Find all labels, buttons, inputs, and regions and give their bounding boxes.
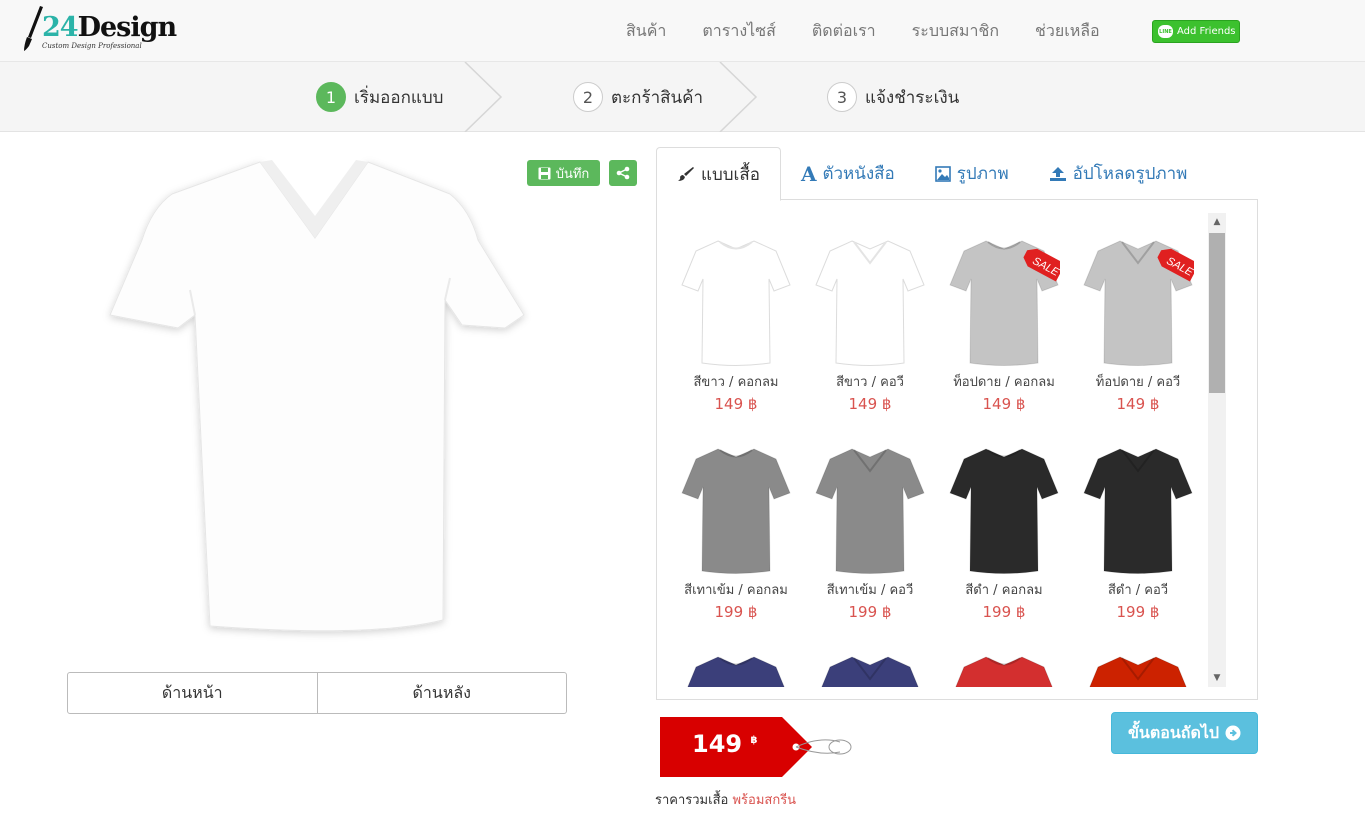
product-price: 199 ฿ [982,603,1026,621]
product-name: ท็อปดาย / คอวี [1095,375,1181,390]
product-price: 199 ฿ [714,603,758,621]
product-price: 149 ฿ [982,395,1026,413]
product-name: สีเทาเข้ม / คอกลม [684,583,788,598]
next-step-label: ขั้นตอนถัดไป [1127,722,1220,742]
save-button[interactable]: บันทึก [527,160,600,186]
font-icon: A [800,161,817,186]
t-shirt-icon [821,656,919,687]
tab-label: อัปโหลดรูปภาพ [1072,164,1188,184]
product-name: สีดำ / คอกลม [965,583,1043,598]
image-icon [934,165,951,182]
product-price: 199 ฿ [848,603,892,621]
product-card[interactable]: สีขาว / คอกลม 149 ฿ [680,237,800,437]
t-shirt-icon [681,240,791,366]
product-card[interactable]: สีเทาเข้ม / คอวี 199 ฿ [806,445,934,645]
tab-text[interactable]: A ตัวหนังสือ [781,147,915,200]
back-side-button[interactable]: ด้านหลัง [316,672,567,714]
product-card[interactable] [680,653,800,687]
t-shirt-icon [1083,448,1193,574]
tab-upload-image[interactable]: อัปโหลดรูปภาพ [1029,147,1208,200]
nav-size-chart[interactable]: ตารางไซส์ [684,19,793,44]
line-icon: LINE [1158,25,1173,38]
product-grid: สีขาว / คอกลม 149 ฿ สีขาว / คอวี 149 ฿ SALE ท… [680,213,1207,687]
product-price: 149 ฿ [1116,395,1160,413]
logo-wordmark: 24Design [42,12,177,43]
line-add-friends-button[interactable]: LINE Add Friends [1152,20,1240,43]
product-card[interactable]: สีดำ / คอวี 199 ฿ [1074,445,1202,645]
tab-image[interactable]: รูปภาพ [915,147,1029,200]
product-card[interactable] [1074,653,1202,687]
tab-label: แบบเสื้อ [701,164,760,185]
save-label: บันทึก [555,166,590,182]
nav-products[interactable]: สินค้า [608,19,684,44]
tab-label: ตัวหนังสือ [822,164,895,184]
product-name: สีขาว / คอวี [836,375,904,390]
t-shirt-icon [681,448,791,574]
nav-contact[interactable]: ติดต่อเรา [794,19,894,44]
checkout-steps: 1 เริ่มออกแบบ 2 ตะกร้าสินค้า 3 แจ้งชำระเ… [0,62,1365,132]
t-shirt-icon [1089,656,1187,687]
share-icon [616,166,630,180]
step-label: เริ่มออกแบบ [354,87,444,108]
product-price: 149 ฿ [714,395,758,413]
shirt-side-toggle: ด้านหน้า ด้านหลัง [67,672,567,714]
step-number: 3 [827,82,857,112]
shirt-preview[interactable] [100,150,540,650]
step-label: ตะกร้าสินค้า [611,87,704,108]
product-name: สีเทาเข้ม / คอวี [826,583,914,598]
price-tag-icon [660,717,852,777]
floppy-icon [538,167,551,179]
line-add-friends-label: Add Friends [1177,26,1236,37]
t-shirt-icon: SALE [1083,240,1194,366]
brush-icon [678,167,694,181]
upload-icon [1049,166,1066,181]
product-price: 149 ฿ [848,395,892,413]
tab-label: รูปภาพ [956,164,1009,184]
product-card[interactable] [806,653,934,687]
next-step-button[interactable]: ขั้นตอนถัดไป [1111,712,1258,754]
nav-help[interactable]: ช่วยเหลือ [1017,19,1118,44]
t-shirt-icon: SALE [949,240,1060,366]
scroll-down-arrow-icon[interactable]: ▼ [1208,669,1226,687]
scroll-thumb[interactable] [1209,233,1225,393]
t-shirt-icon [955,656,1053,687]
t-shirt-icon [949,448,1059,574]
top-navbar: 24Design Custom Design Professional สินค… [0,0,1365,62]
price-caption: ราคารวมเสื้อ พร้อมสกรีน [655,793,797,808]
product-card[interactable]: SALE ท็อปดาย / คอกลม 149 ฿ [940,237,1068,437]
product-name: สีดำ / คอวี [1107,583,1169,598]
product-card[interactable]: SALE ท็อปดาย / คอวี 149 ฿ [1074,237,1202,437]
product-grid-scrollbar[interactable]: ▲ ▼ [1208,213,1226,687]
total-price: 149 ฿ [692,730,758,758]
nav-member-system[interactable]: ระบบสมาชิก [894,19,1017,44]
arrow-circle-right-icon [1225,725,1241,741]
product-card[interactable] [940,653,1068,687]
product-card[interactable]: สีดำ / คอกลม 199 ฿ [940,445,1068,645]
step-payment[interactable]: 3 แจ้งชำระเงิน [827,82,959,112]
t-shirt-icon [815,448,925,574]
scroll-up-arrow-icon[interactable]: ▲ [1208,213,1226,231]
product-name: สีขาว / คอกลม [693,375,779,390]
step-start-design[interactable]: 1 เริ่มออกแบบ [316,82,443,112]
design-tabs: แบบเสื้อ A ตัวหนังสือ รูปภาพ อัปโหลดรูปภ… [656,147,1258,201]
step-number: 1 [316,82,346,112]
step-cart[interactable]: 2 ตะกร้าสินค้า [573,82,703,112]
product-card[interactable]: สีขาว / คอวี 149 ฿ [806,237,934,437]
t-shirt-icon [687,656,785,687]
step-number: 2 [573,82,603,112]
product-card[interactable]: สีเทาเข้ม / คอกลม 199 ฿ [680,445,800,645]
step-label: แจ้งชำระเงิน [865,87,960,108]
site-logo[interactable]: 24Design Custom Design Professional [22,4,177,54]
main-nav: สินค้า ตารางไซส์ ติดต่อเรา ระบบสมาชิก ช่… [608,0,1118,62]
product-name: ท็อปดาย / คอกลม [953,375,1055,390]
logo-tagline: Custom Design Professional [42,42,142,50]
t-shirt-icon [815,240,925,366]
share-button[interactable] [609,160,637,186]
product-price: 199 ฿ [1116,603,1160,621]
front-side-button[interactable]: ด้านหน้า [67,672,318,714]
tab-shirt-style[interactable]: แบบเสื้อ [656,147,781,201]
